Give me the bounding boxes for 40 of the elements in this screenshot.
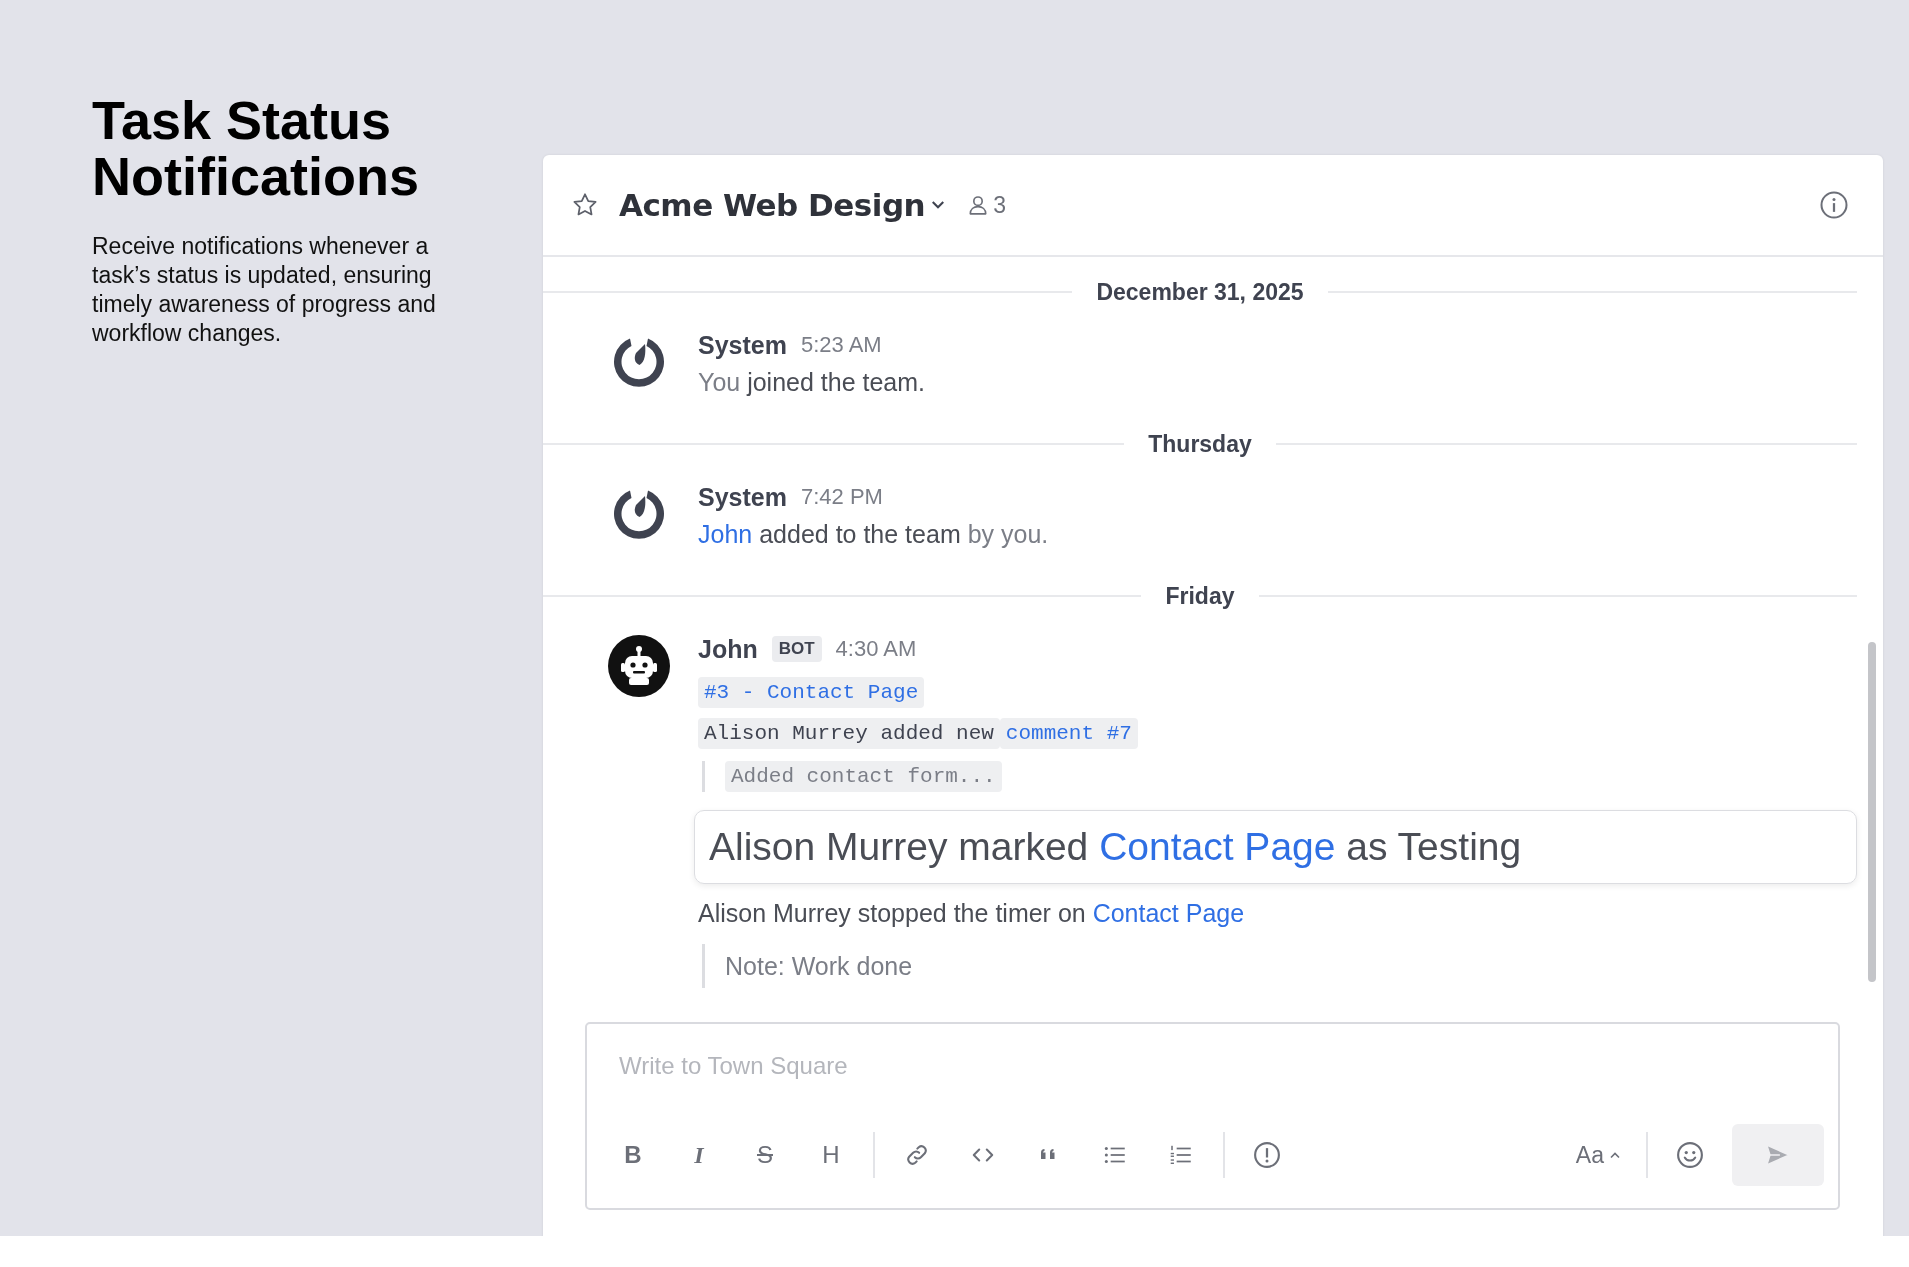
robot-avatar-icon — [608, 635, 670, 697]
task-link[interactable]: Contact Page — [1099, 825, 1336, 868]
message-text: John added to the team by you. — [698, 519, 1049, 550]
member-count[interactable]: 3 — [967, 191, 1006, 219]
message-time: 7:42 PM — [800, 484, 883, 510]
page-title: Task Status Notifications — [92, 92, 420, 204]
task-link[interactable]: Contact Page — [1092, 899, 1245, 927]
caret-icon — [1610, 1151, 1620, 1159]
link-icon — [904, 1142, 930, 1168]
smiley-icon — [1675, 1140, 1705, 1170]
page-description: Receive notifications whenever a task’s status is updated, ensuring timely awareness of progress and workflow changes. — [92, 232, 437, 348]
quoted-note: Note: Work done — [725, 952, 913, 980]
status-text: Alison Murrey marked Contact Page as Testing — [709, 825, 1522, 868]
exclamation-icon — [1252, 1140, 1282, 1170]
code-link[interactable]: comment #7 — [999, 718, 1138, 749]
task-link[interactable]: John — [698, 520, 753, 548]
heading-button[interactable]: H — [807, 1131, 855, 1179]
bold-button[interactable]: B — [609, 1131, 657, 1179]
message-author[interactable]: John — [698, 634, 758, 664]
strike-button[interactable]: S — [741, 1131, 789, 1179]
italic-button[interactable]: I — [675, 1131, 723, 1179]
date-separator: Thursday — [1148, 430, 1252, 458]
message-author[interactable]: System — [698, 482, 787, 512]
message-input[interactable]: Write to Town Square — [587, 1036, 1838, 1096]
code-link[interactable]: #3 - Contact Page — [698, 677, 925, 708]
message-time: 5:23 AM — [800, 332, 882, 358]
caret-icon — [931, 200, 946, 210]
message-text: You joined the team. — [698, 367, 926, 398]
code-text: Alison Murrey added new — [698, 718, 1000, 749]
message-text: Alison Murrey stopped the timer on Contact Page — [698, 898, 1245, 929]
message-author[interactable]: System — [698, 330, 787, 360]
formatting-toggle[interactable]: Aa — [1567, 1141, 1628, 1169]
info-icon[interactable] — [1819, 190, 1849, 220]
date-separator: Friday — [1165, 582, 1235, 610]
quoted-code-text: Added contact form... — [725, 761, 1002, 792]
message-composer[interactable]: Write to Town Square B I S H Aa — [585, 1022, 1840, 1210]
message-time: 4:30 AM — [835, 636, 917, 662]
date-separator: December 31, 2025 — [1096, 278, 1304, 306]
channel-name[interactable]: Acme Web Design — [615, 187, 946, 223]
bot-badge: BOT — [771, 636, 822, 662]
